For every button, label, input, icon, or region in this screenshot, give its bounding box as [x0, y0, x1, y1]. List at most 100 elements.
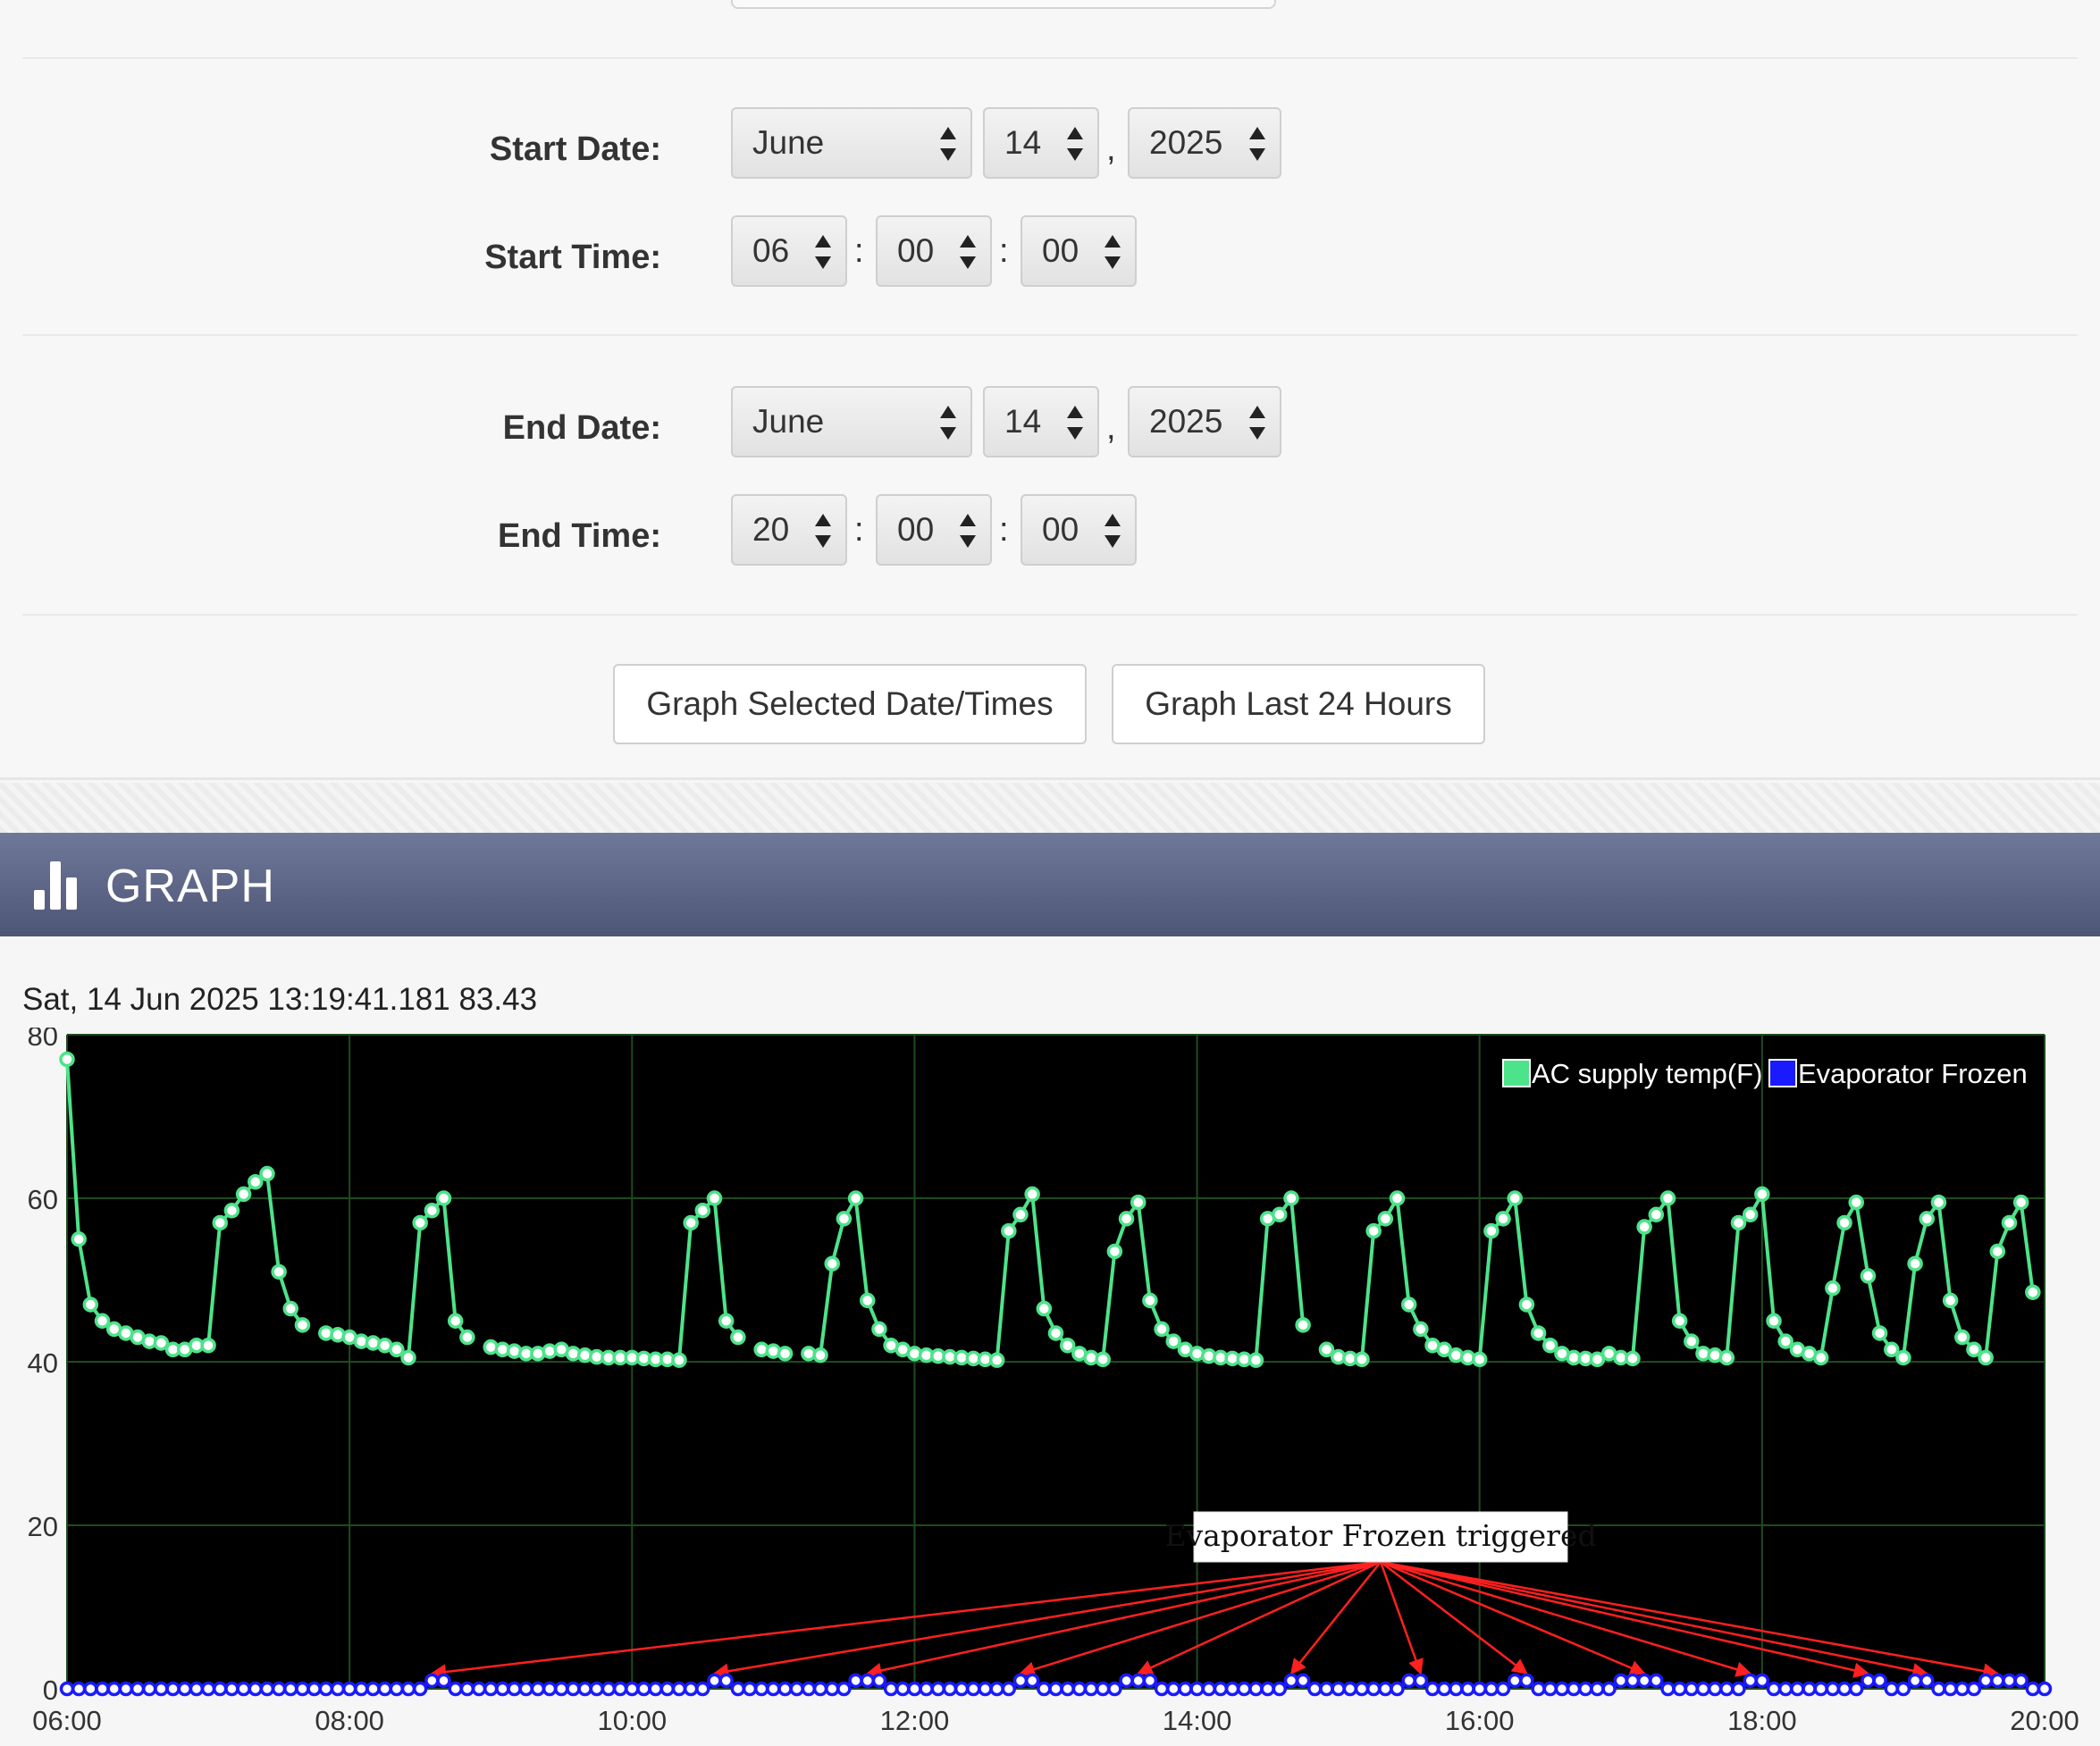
- ac-supply-point[interactable]: [94, 1313, 111, 1329]
- ac-supply-point[interactable]: [282, 1300, 299, 1317]
- ac-supply-point[interactable]: [1012, 1206, 1029, 1223]
- evaporator-frozen-point[interactable]: [365, 1681, 381, 1697]
- ac-supply-point[interactable]: [777, 1346, 794, 1362]
- ac-supply-point[interactable]: [1907, 1255, 1923, 1272]
- ac-supply-point[interactable]: [812, 1347, 828, 1364]
- ac-supply-point[interactable]: [424, 1202, 441, 1219]
- evaporator-frozen-point[interactable]: [1390, 1681, 1405, 1697]
- evaporator-frozen-point[interactable]: [389, 1681, 405, 1697]
- ac-supply-point[interactable]: [1684, 1333, 1700, 1349]
- ac-supply-point[interactable]: [1495, 1211, 1511, 1227]
- ac-supply-point[interactable]: [1318, 1341, 1335, 1358]
- ac-supply-point[interactable]: [459, 1329, 475, 1346]
- ac-supply-point[interactable]: [82, 1297, 99, 1313]
- evaporator-frozen-point[interactable]: [1660, 1681, 1676, 1697]
- ac-supply-point[interactable]: [2025, 1284, 2041, 1300]
- evaporator-frozen-point[interactable]: [1707, 1681, 1723, 1697]
- evaporator-frozen-point[interactable]: [1943, 1681, 1958, 1697]
- ac-supply-point[interactable]: [1365, 1222, 1382, 1239]
- graph-last-24-button[interactable]: Graph Last 24 Hours: [1112, 664, 1485, 744]
- evaporator-frozen-point[interactable]: [1119, 1673, 1134, 1689]
- ac-supply-point[interactable]: [1659, 1190, 1676, 1206]
- evaporator-frozen-point[interactable]: [824, 1681, 840, 1697]
- ac-supply-point[interactable]: [271, 1263, 287, 1280]
- evaporator-frozen-point[interactable]: [1354, 1681, 1370, 1697]
- ac-supply-point[interactable]: [1036, 1300, 1053, 1317]
- ac-supply-point[interactable]: [1165, 1333, 1181, 1349]
- evaporator-frozen-point[interactable]: [154, 1681, 169, 1697]
- evaporator-frozen-point[interactable]: [589, 1681, 605, 1697]
- evaporator-frozen-point[interactable]: [1424, 1681, 1441, 1697]
- ac-supply-point[interactable]: [1354, 1351, 1370, 1368]
- ac-supply-point[interactable]: [1247, 1352, 1264, 1368]
- evaporator-frozen-point[interactable]: [1966, 1681, 1982, 1697]
- evaporator-frozen-point[interactable]: [577, 1681, 592, 1697]
- ac-supply-point[interactable]: [1059, 1337, 1076, 1354]
- evaporator-frozen-point[interactable]: [412, 1681, 428, 1697]
- ac-supply-point[interactable]: [1812, 1349, 1829, 1366]
- ac-supply-point[interactable]: [71, 1231, 87, 1247]
- evaporator-frozen-point[interactable]: [1601, 1681, 1617, 1697]
- evaporator-frozen-point[interactable]: [1649, 1673, 1664, 1689]
- ac-supply-point[interactable]: [871, 1321, 887, 1338]
- evaporator-frozen-point[interactable]: [1095, 1681, 1111, 1697]
- evaporator-frozen-point[interactable]: [71, 1681, 87, 1697]
- evaporator-frozen-point[interactable]: [789, 1681, 804, 1697]
- evaporator-frozen-point[interactable]: [907, 1681, 922, 1697]
- ac-supply-point[interactable]: [1047, 1325, 1064, 1341]
- evaporator-frozen-point[interactable]: [1307, 1681, 1323, 1697]
- ac-supply-point[interactable]: [412, 1214, 428, 1231]
- evaporator-frozen-point[interactable]: [95, 1681, 110, 1697]
- ac-supply-point[interactable]: [1283, 1190, 1299, 1206]
- evaporator-frozen-point[interactable]: [836, 1681, 852, 1697]
- evaporator-frozen-point[interactable]: [1260, 1681, 1275, 1697]
- ac-supply-point[interactable]: [1954, 1329, 1970, 1346]
- evaporator-frozen-point[interactable]: [1531, 1681, 1546, 1697]
- evaporator-frozen-point[interactable]: [1378, 1681, 1393, 1697]
- evaporator-frozen-point[interactable]: [801, 1681, 817, 1697]
- evaporator-frozen-point[interactable]: [1012, 1673, 1029, 1689]
- ac-supply-point[interactable]: [1930, 1194, 1947, 1211]
- evaporator-frozen-point[interactable]: [1766, 1681, 1782, 1697]
- truncated-select[interactable]: [731, 0, 1276, 9]
- ac-supply-point[interactable]: [435, 1190, 452, 1206]
- evaporator-frozen-point[interactable]: [1613, 1673, 1629, 1689]
- ac-supply-point[interactable]: [259, 1165, 275, 1182]
- ac-supply-point[interactable]: [847, 1190, 864, 1206]
- evaporator-frozen-point[interactable]: [978, 1681, 993, 1697]
- evaporator-frozen-point[interactable]: [1884, 1681, 1900, 1697]
- evaporator-frozen-point[interactable]: [248, 1681, 264, 1697]
- ac-supply-point[interactable]: [706, 1190, 723, 1206]
- evaporator-frozen-point[interactable]: [1625, 1673, 1641, 1689]
- start-year-select[interactable]: 2025: [1128, 107, 1281, 179]
- evaporator-frozen-point[interactable]: [2037, 1681, 2053, 1697]
- ac-supply-point[interactable]: [1777, 1333, 1793, 1349]
- evaporator-frozen-point[interactable]: [1954, 1681, 1970, 1697]
- ac-supply-point[interactable]: [1518, 1297, 1535, 1313]
- evaporator-frozen-point[interactable]: [1071, 1681, 1088, 1697]
- evaporator-frozen-point[interactable]: [1237, 1681, 1252, 1697]
- end-second-select[interactable]: 00: [1021, 494, 1137, 566]
- ac-supply-point[interactable]: [389, 1341, 405, 1358]
- start-second-select[interactable]: 00: [1021, 215, 1137, 287]
- evaporator-frozen-point[interactable]: [1825, 1681, 1841, 1697]
- evaporator-frozen-point[interactable]: [83, 1681, 98, 1697]
- ac-supply-point[interactable]: [988, 1352, 1005, 1368]
- evaporator-frozen-point[interactable]: [2025, 1681, 2041, 1697]
- evaporator-frozen-point[interactable]: [330, 1681, 346, 1697]
- evaporator-frozen-point[interactable]: [1165, 1681, 1181, 1697]
- ac-supply-point[interactable]: [730, 1329, 746, 1346]
- evaporator-frozen-point[interactable]: [1507, 1673, 1523, 1689]
- ac-supply-point[interactable]: [1942, 1292, 1959, 1309]
- evaporator-frozen-point[interactable]: [1248, 1681, 1264, 1697]
- evaporator-frozen-point[interactable]: [1319, 1681, 1334, 1697]
- evaporator-frozen-point[interactable]: [1907, 1673, 1923, 1689]
- ac-supply-point[interactable]: [1130, 1194, 1147, 1211]
- evaporator-frozen-point[interactable]: [177, 1681, 192, 1697]
- evaporator-frozen-point[interactable]: [648, 1681, 663, 1697]
- evaporator-frozen-point[interactable]: [1295, 1673, 1311, 1689]
- evaporator-frozen-point[interactable]: [2013, 1673, 2029, 1689]
- graph-selected-button[interactable]: Graph Selected Date/Times: [613, 664, 1087, 744]
- ac-supply-point[interactable]: [1966, 1341, 1982, 1358]
- evaporator-frozen-point[interactable]: [354, 1681, 369, 1697]
